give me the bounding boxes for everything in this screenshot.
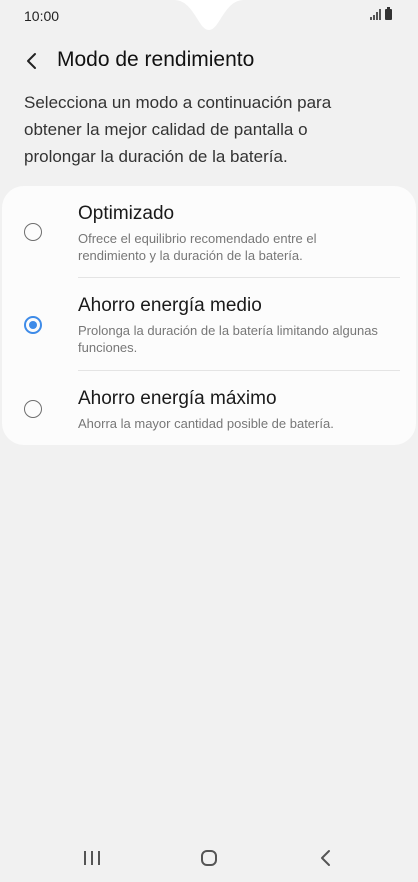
chevron-left-icon [27, 53, 36, 69]
radio-button[interactable] [24, 400, 42, 418]
recents-icon[interactable] [84, 851, 100, 865]
page-description: Selecciona un modo a continuación para o… [24, 93, 332, 166]
option-title: Ahorro energía medio [78, 295, 262, 316]
status-bar: 10:00 [0, 0, 418, 32]
status-time: 10:00 [24, 8, 60, 24]
option-title: Ahorro energía máximo [78, 388, 277, 409]
option-description: Ofrece el equilibrio recomendado entre e… [78, 231, 317, 263]
back-button[interactable] [16, 46, 48, 76]
home-icon[interactable] [201, 850, 217, 866]
navigation-bar [0, 838, 418, 878]
option-title: Optimizado [78, 203, 175, 224]
radio-button-selected[interactable] [24, 316, 42, 334]
radio-button[interactable] [24, 223, 42, 241]
option-ahorro-energia-medio[interactable]: Ahorro energía medio Prolonga la duració… [2, 278, 416, 370]
page-title: Modo de rendimiento [57, 48, 255, 71]
option-optimizado[interactable]: Optimizado Ofrece el equilibrio recomend… [2, 186, 416, 278]
signal-icon [370, 9, 381, 20]
status-icons [370, 7, 392, 20]
back-icon[interactable] [316, 848, 336, 868]
camera-notch [174, 0, 244, 30]
option-description: Prolonga la duración de la batería limit… [78, 323, 378, 355]
app-header: Modo de rendimiento [0, 44, 418, 78]
battery-icon [385, 7, 392, 20]
option-ahorro-energia-maximo[interactable]: Ahorro energía máximo Ahorra la mayor ca… [2, 371, 416, 445]
option-description: Ahorra la mayor cantidad posible de bate… [78, 416, 334, 431]
options-card: Optimizado Ofrece el equilibrio recomend… [2, 186, 416, 445]
